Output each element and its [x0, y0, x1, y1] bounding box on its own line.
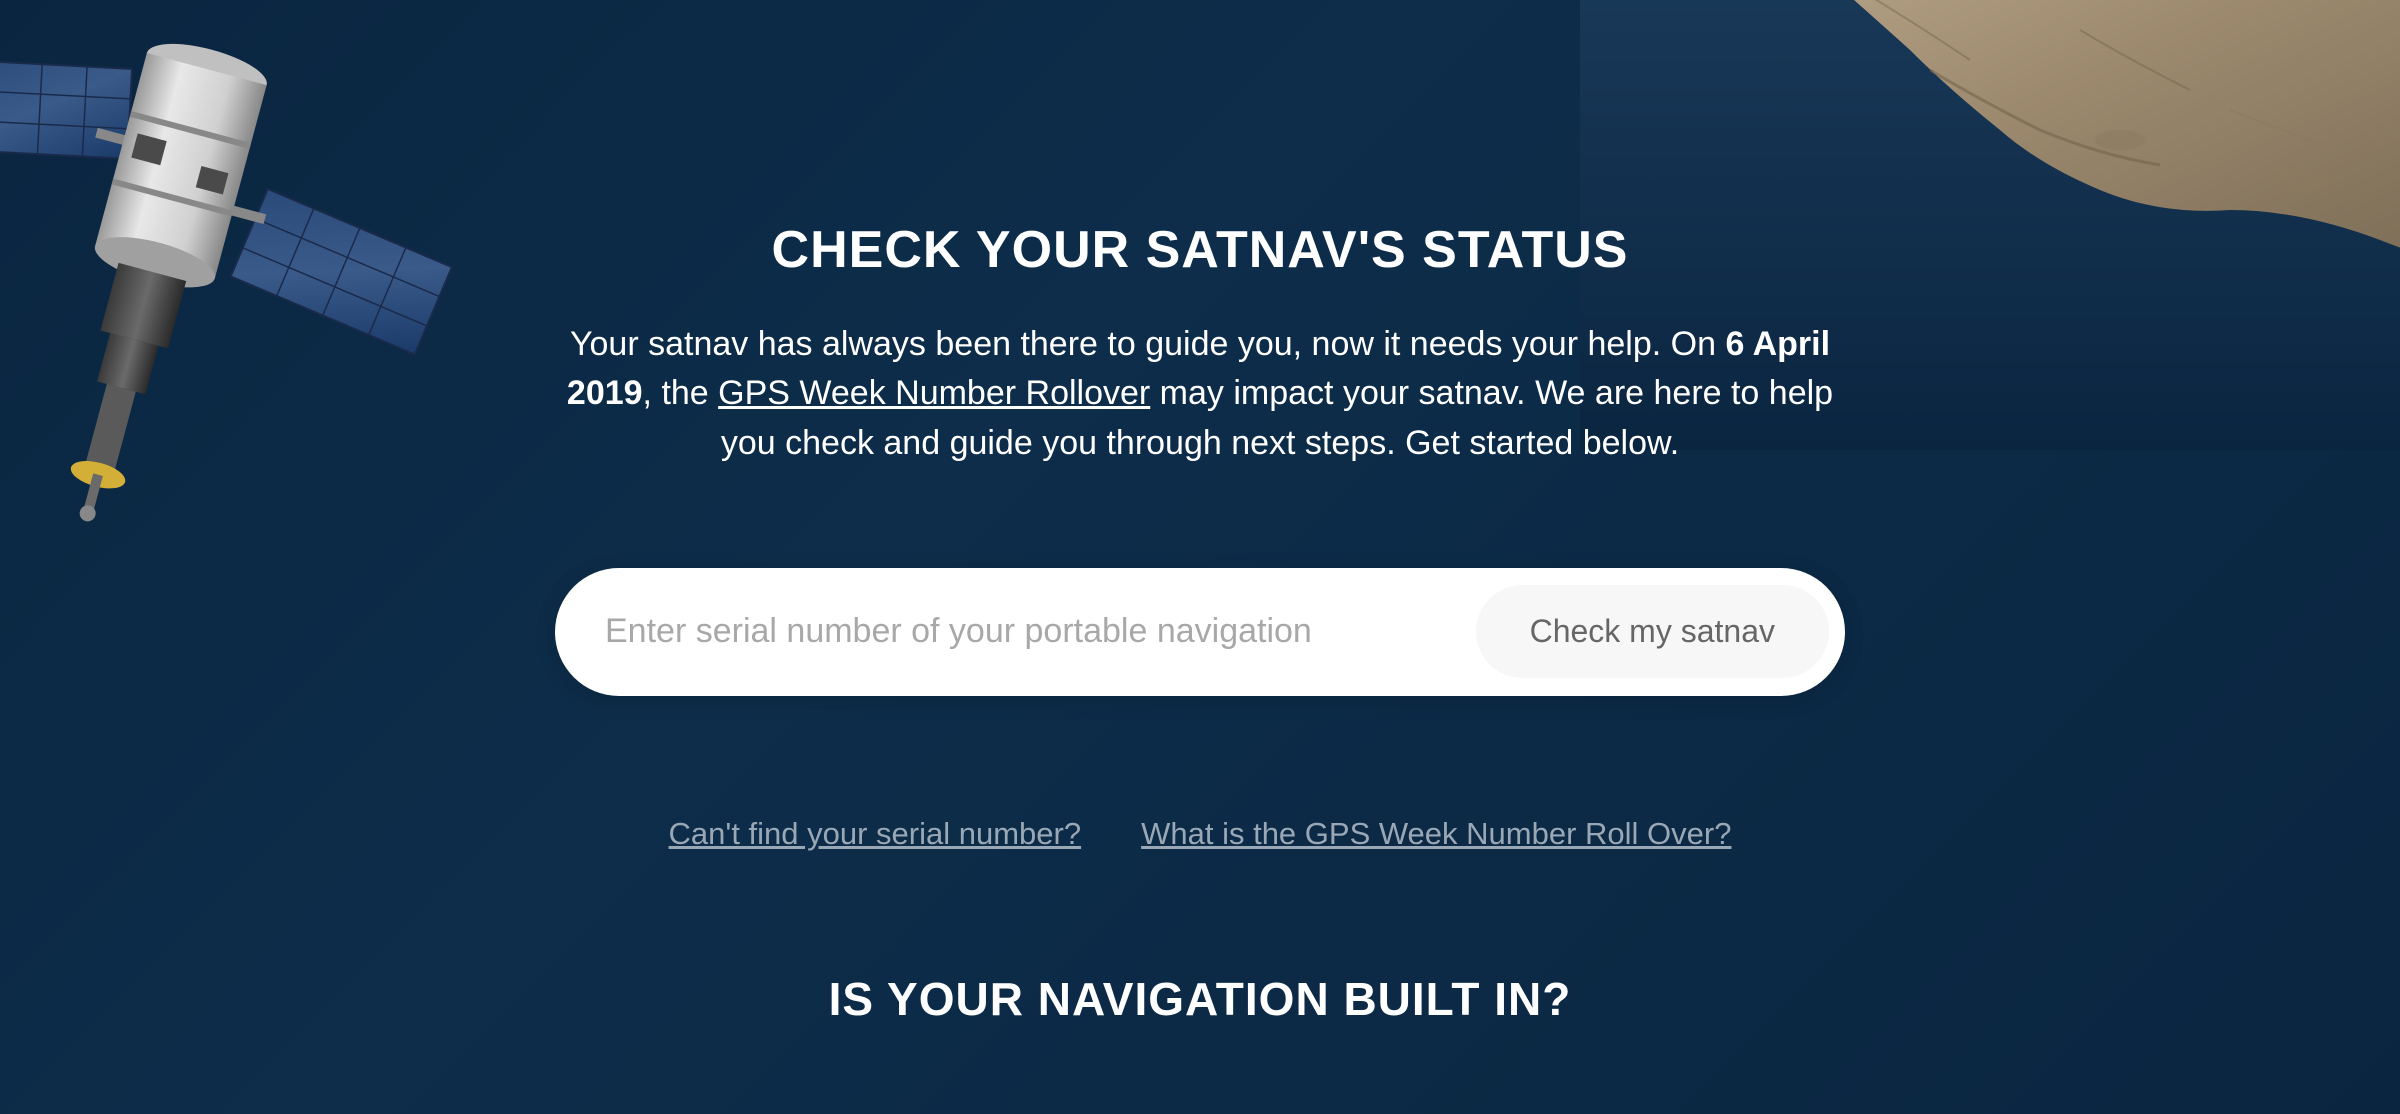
description-text-2: , the	[643, 374, 719, 412]
check-satnav-button[interactable]: Check my satnav	[1476, 585, 1829, 678]
hero-description: Your satnav has always been there to gui…	[560, 320, 1840, 468]
description-text-1: Your satnav has always been there to gui…	[570, 325, 1726, 363]
main-content: CHECK YOUR SATNAV'S STATUS Your satnav h…	[0, 0, 2400, 1114]
page-title: CHECK YOUR SATNAV'S STATUS	[772, 220, 1629, 280]
find-serial-link[interactable]: Can't find your serial number?	[669, 816, 1082, 852]
help-links-row: Can't find your serial number? What is t…	[669, 816, 1732, 852]
gps-rollover-inline-link[interactable]: GPS Week Number Rollover	[718, 374, 1150, 412]
serial-search-container: Check my satnav	[555, 568, 1845, 696]
gps-rollover-info-link[interactable]: What is the GPS Week Number Roll Over?	[1141, 816, 1731, 852]
serial-number-input[interactable]	[605, 612, 1476, 651]
builtin-nav-heading: IS YOUR NAVIGATION BUILT IN?	[829, 972, 1572, 1026]
